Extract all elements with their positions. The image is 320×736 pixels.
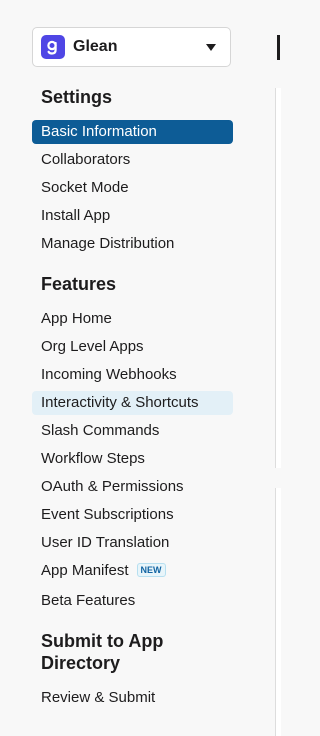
nav-socket-mode[interactable]: Socket Mode bbox=[32, 176, 233, 200]
nav-event-subscriptions[interactable]: Event Subscriptions bbox=[32, 503, 233, 527]
main-page-title-fragment bbox=[277, 35, 280, 60]
nav-user-id-translation[interactable]: User ID Translation bbox=[32, 531, 233, 555]
nav-beta-features[interactable]: Beta Features bbox=[32, 589, 233, 613]
nav-install-app[interactable]: Install App bbox=[32, 204, 233, 228]
nav-collaborators[interactable]: Collaborators bbox=[32, 148, 233, 172]
nav-oauth-permissions[interactable]: OAuth & Permissions bbox=[32, 475, 233, 499]
nav-app-manifest[interactable]: App Manifest NEW bbox=[32, 559, 233, 583]
nav-review-submit[interactable]: Review & Submit bbox=[32, 686, 233, 710]
app-name: Glean bbox=[73, 38, 118, 55]
nav-incoming-webhooks[interactable]: Incoming Webhooks bbox=[32, 363, 233, 387]
nav-org-level-apps[interactable]: Org Level Apps bbox=[32, 335, 233, 359]
nav-workflow-steps[interactable]: Workflow Steps bbox=[32, 447, 233, 471]
main-panel-edge-lower bbox=[275, 488, 281, 736]
nav-slash-commands[interactable]: Slash Commands bbox=[32, 419, 233, 443]
section-title-submit: Submit to App Directory bbox=[41, 631, 164, 673]
main-panel-edge bbox=[275, 88, 281, 468]
app-selector-dropdown[interactable]: Glean bbox=[32, 27, 231, 67]
glean-logo-icon bbox=[41, 35, 65, 59]
nav-interactivity-shortcuts[interactable]: Interactivity & Shortcuts bbox=[32, 391, 233, 415]
new-badge: NEW bbox=[136, 563, 166, 577]
nav-basic-information[interactable]: Basic Information bbox=[32, 120, 233, 144]
section-title-settings: Settings bbox=[41, 87, 113, 107]
section-title-features: Features bbox=[41, 274, 117, 294]
nav-app-home[interactable]: App Home bbox=[32, 307, 233, 331]
nav-manage-distribution[interactable]: Manage Distribution bbox=[32, 232, 233, 256]
chevron-down-icon bbox=[206, 43, 216, 51]
nav-app-manifest-label: App Manifest bbox=[41, 562, 129, 579]
